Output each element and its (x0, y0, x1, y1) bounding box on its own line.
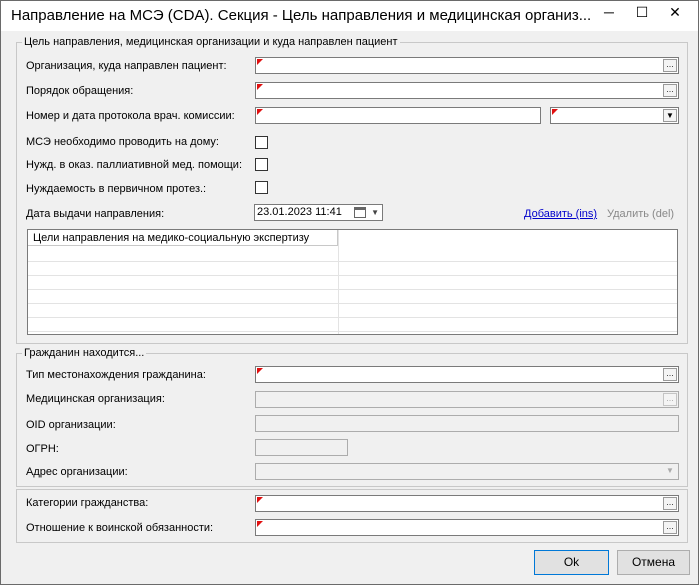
table-row (28, 303, 677, 304)
table-row (28, 289, 677, 290)
home-label: МСЭ необходимо проводить на дому: (26, 136, 219, 148)
minimize-button[interactable]: ─ (595, 2, 623, 22)
palliative-checkbox[interactable] (255, 158, 268, 171)
purpose-table[interactable]: Цели направления на медико-социальную эк… (27, 229, 678, 335)
palliative-label: Нужд. в оказ. паллиативной мед. помощи: (26, 159, 243, 171)
date-picker[interactable]: 23.01.2023 11:41 ▼ (254, 204, 383, 221)
chevron-down-icon[interactable]: ▼ (371, 208, 379, 217)
chevron-down-icon: ▼ (666, 466, 674, 475)
protocol-number-field[interactable] (255, 107, 541, 124)
title-bar: Направление на МСЭ (CDA). Секция - Цель … (1, 1, 698, 31)
table-header: Цели направления на медико-социальную эк… (28, 230, 338, 246)
prosthesis-label: Нуждаемость в первичном протез.: (26, 183, 207, 195)
dialog-window: Направление на МСЭ (CDA). Секция - Цель … (0, 0, 699, 585)
protocol-label: Номер и дата протокола врач. комиссии: (26, 110, 235, 122)
chevron-down-icon[interactable]: ▼ (663, 109, 677, 122)
maximize-button[interactable]: ☐ (628, 2, 656, 22)
military-label: Отношение к воинской обязанности: (26, 522, 214, 534)
calendar-icon[interactable] (354, 207, 366, 218)
org-label: Организация, куда направлен пациент: (26, 60, 227, 72)
close-button[interactable]: ✕ (661, 2, 689, 22)
window-title: Направление на МСЭ (CDA). Секция - Цель … (11, 7, 591, 24)
address-label: Адрес организации: (26, 466, 128, 478)
prosthesis-checkbox[interactable] (255, 181, 268, 194)
ellipsis-icon: ... (663, 393, 677, 406)
location-type-field[interactable]: ... (255, 366, 679, 383)
ellipsis-icon[interactable]: ... (663, 84, 677, 97)
order-label: Порядок обращения: (26, 85, 134, 97)
table-column-divider (338, 230, 339, 334)
location-type-label: Тип местонахождения гражданина: (26, 369, 206, 381)
date-value: 23.01.2023 11:41 (257, 206, 342, 218)
ellipsis-icon[interactable]: ... (663, 59, 677, 72)
ellipsis-icon[interactable]: ... (663, 497, 677, 510)
ogrn-field (255, 439, 348, 456)
order-field[interactable]: ... (255, 82, 679, 99)
oid-label: OID организации: (26, 419, 116, 431)
delete-link[interactable]: Удалить (del) (607, 208, 674, 220)
add-link[interactable]: Добавить (ins) (524, 208, 597, 220)
org-field[interactable]: ... (255, 57, 679, 74)
ok-button[interactable]: Ok (534, 550, 609, 575)
ogrn-label: ОГРН: (26, 443, 59, 455)
date-label: Дата выдачи направления: (26, 208, 165, 220)
table-row (28, 331, 677, 332)
military-field[interactable]: ... (255, 519, 679, 536)
table-row (28, 317, 677, 318)
address-field: ▼ (255, 463, 679, 480)
med-org-field: ... (255, 391, 679, 408)
citizenship-label: Категории гражданства: (26, 497, 149, 509)
ellipsis-icon[interactable]: ... (663, 368, 677, 381)
citizenship-field[interactable]: ... (255, 495, 679, 512)
location-group-legend: Гражданин находится... (22, 347, 147, 359)
table-row (28, 275, 677, 276)
table-row (28, 261, 677, 262)
ellipsis-icon[interactable]: ... (663, 521, 677, 534)
cancel-button[interactable]: Отмена (617, 550, 690, 575)
oid-field (255, 415, 679, 432)
purpose-group-legend: Цель направления, медицинская организаци… (22, 36, 400, 48)
home-checkbox[interactable] (255, 136, 268, 149)
protocol-date-field[interactable]: ▼ (550, 107, 679, 124)
med-org-label: Медицинская организация: (26, 393, 165, 405)
